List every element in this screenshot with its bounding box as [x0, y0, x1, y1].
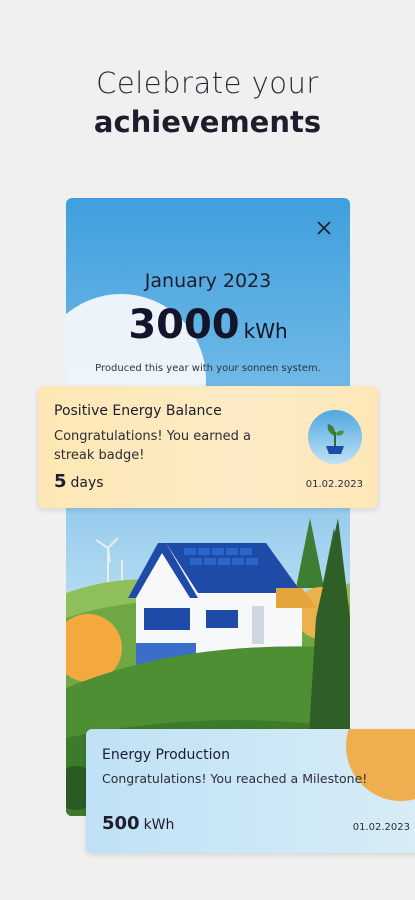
- milestone-value-number: 500: [102, 813, 140, 834]
- milestone-card-title: Energy Production: [102, 747, 230, 763]
- milestone-value-unit: kWh: [143, 817, 175, 833]
- milestone-card-message: Congratulations! You reached a Milestone…: [102, 771, 368, 786]
- streak-count: 5 days: [54, 471, 104, 492]
- badge-card-title: Positive Energy Balance: [54, 403, 222, 419]
- milestone-card[interactable]: Energy Production Congratulations! You r…: [86, 729, 415, 853]
- energy-total-value: 3000: [128, 302, 240, 348]
- badge-medallion: [308, 410, 362, 464]
- energy-total: 3000 kWh: [66, 302, 350, 348]
- headline-line-1: Celebrate your: [96, 66, 319, 100]
- close-icon[interactable]: [316, 220, 332, 236]
- milestone-value: 500 kWh: [102, 813, 174, 834]
- streak-count-unit: days: [70, 475, 104, 491]
- headline-line-2: achievements: [93, 105, 322, 139]
- streak-count-value: 5: [54, 471, 67, 492]
- energy-total-unit: kWh: [243, 319, 288, 343]
- headline: Celebrate your achievements: [0, 64, 415, 142]
- month-label: January 2023: [144, 270, 272, 292]
- produced-caption: Produced this year with your sonnen syst…: [95, 363, 321, 374]
- milestone-card-date: 01.02.2023: [352, 822, 410, 833]
- streak-badge-card[interactable]: Positive Energy Balance Congratulations!…: [38, 386, 378, 508]
- badge-card-message: Congratulations! You earned a streak bad…: [54, 429, 251, 463]
- plant-badge-icon: [326, 424, 344, 454]
- orange-sun-shape: [346, 729, 415, 801]
- badge-card-date: 01.02.2023: [305, 479, 363, 490]
